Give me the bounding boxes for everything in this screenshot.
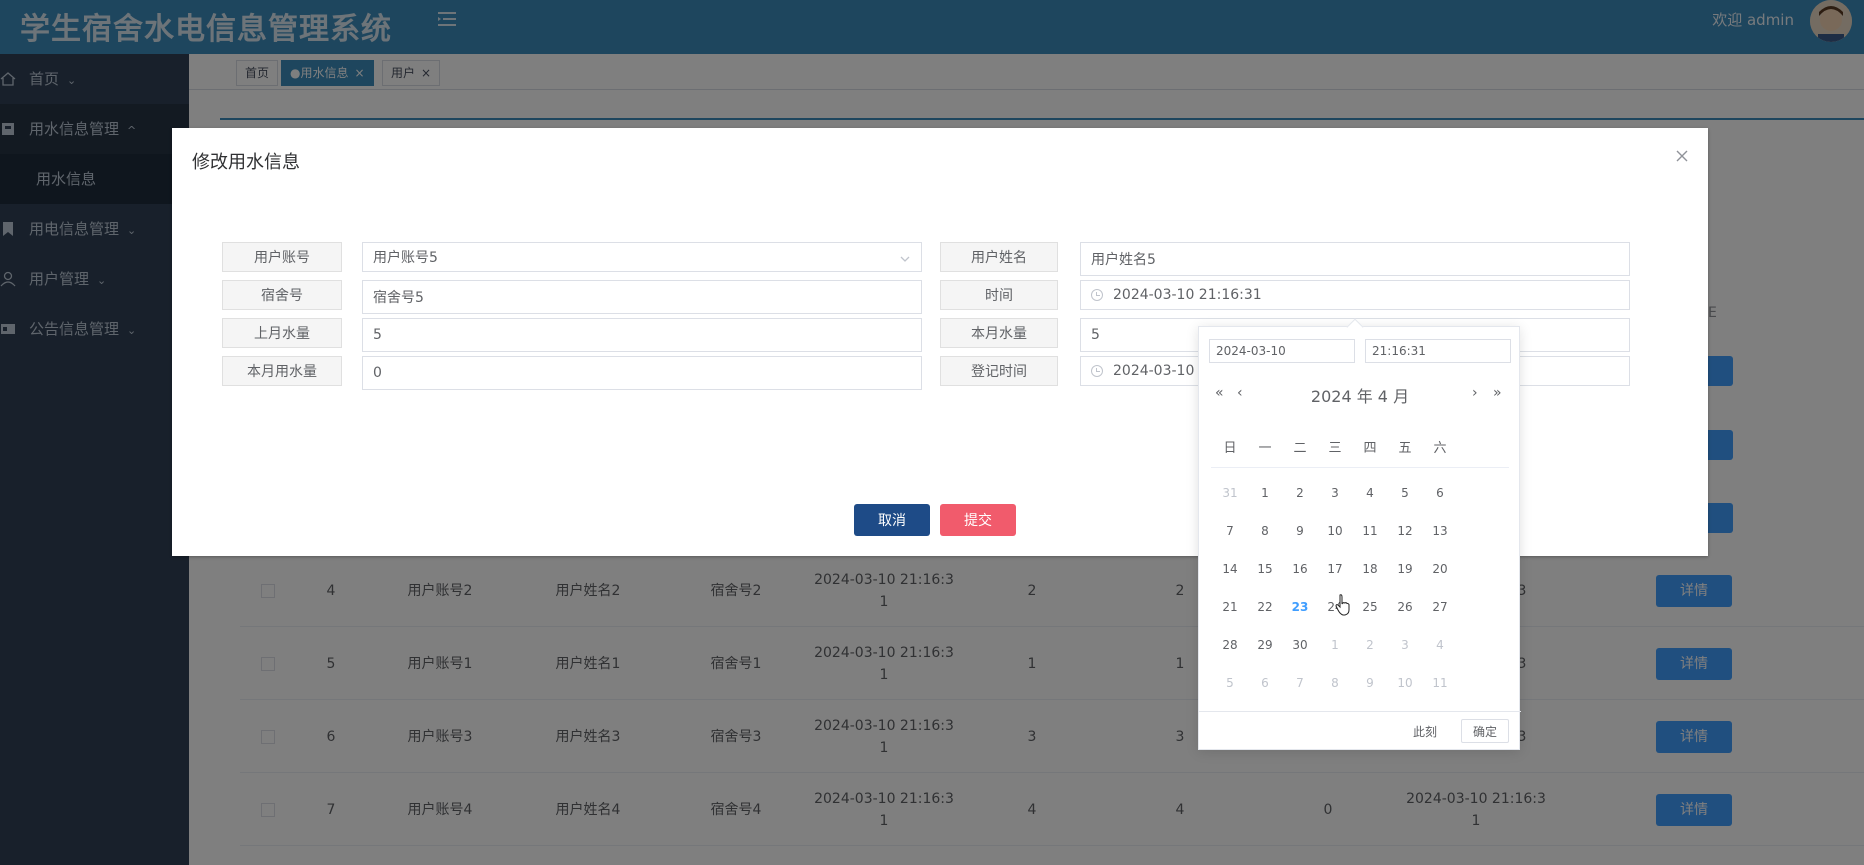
label-time: 时间 [940,280,1058,310]
picker-date-input[interactable]: 2024-03-10 [1209,339,1355,363]
close-icon[interactable] [1674,148,1690,164]
label-name: 用户姓名 [940,242,1058,272]
picker-header: « ‹ 2024 年 4 月 › » [1199,379,1521,409]
picker-time-input[interactable]: 21:16:31 [1365,339,1511,363]
cur-water-value: 5 [1091,327,1100,343]
used-water-field[interactable]: 0 [362,356,922,390]
next-month-icon[interactable]: › [1472,385,1478,401]
next-year-icon[interactable]: » [1493,385,1502,401]
label-used-water: 本月用水量 [222,356,342,386]
account-select[interactable]: 用户账号5 [362,242,922,272]
time-value: 2024-03-10 21:16:31 [1113,287,1262,303]
date-picker-popup: 2024-03-10 21:16:31 « ‹ 2024 年 4 月 › » 日… [1198,318,1521,750]
calendar-day[interactable]: 20 [1419,554,1461,584]
calendar-day[interactable]: 6 [1419,478,1461,508]
last-water-field[interactable]: 5 [362,318,922,352]
clock-icon [1091,365,1103,377]
name-value: 用户姓名5 [1091,252,1156,268]
chevron-down-icon [900,256,910,262]
reg-time-value: 2024-03-10 2 [1113,363,1208,379]
dialog-title: 修改用水信息 [192,152,300,173]
clock-icon [1091,289,1103,301]
label-last-water: 上月水量 [222,318,342,348]
mouse-cursor-icon [1335,594,1350,616]
confirm-button[interactable]: 确定 [1461,719,1509,743]
label-room: 宿舍号 [222,280,342,310]
calendar-day[interactable]: 11 [1419,668,1461,698]
submit-button[interactable]: 提交 [940,504,1016,536]
cancel-button[interactable]: 取消 [854,504,930,536]
label-reg-time: 登记时间 [940,356,1058,386]
account-value: 用户账号5 [373,250,438,266]
weekday-divider [1211,467,1509,468]
room-field[interactable]: 宿舍号5 [362,280,922,314]
used-water-value: 0 [373,365,382,381]
time-field[interactable]: 2024-03-10 21:16:31 [1080,280,1630,310]
room-value: 宿舍号5 [373,290,424,306]
last-water-value: 5 [373,327,382,343]
label-account: 用户账号 [222,242,342,272]
calendar-day[interactable]: 4 [1419,630,1461,660]
name-field[interactable]: 用户姓名5 [1080,242,1630,276]
calendar-day[interactable]: 13 [1419,516,1461,546]
calendar-day[interactable]: 27 [1419,592,1461,622]
weekday-label: 六 [1433,441,1447,456]
label-cur-water: 本月水量 [940,318,1058,348]
now-button[interactable]: 此刻 [1413,723,1437,740]
picker-footer-divider [1199,711,1521,712]
